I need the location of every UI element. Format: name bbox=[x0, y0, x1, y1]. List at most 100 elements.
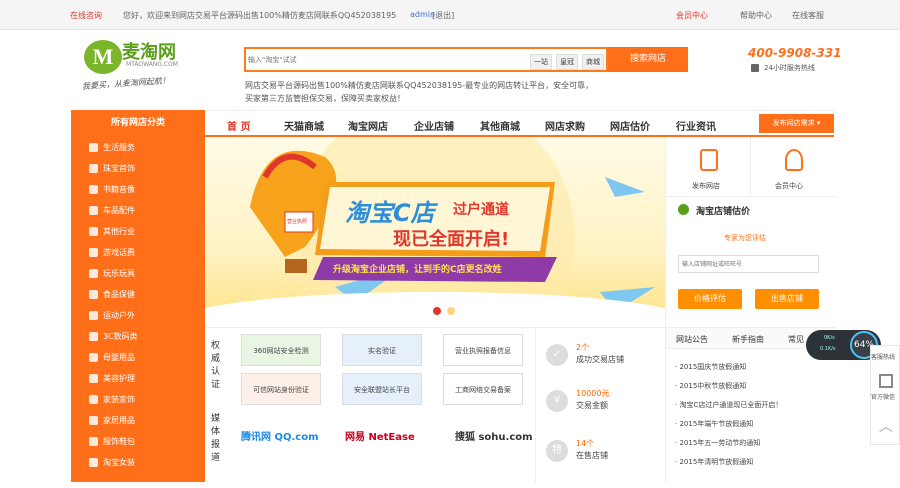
news-item[interactable]: · 2015年端午节放假通知 bbox=[675, 419, 753, 429]
category-title: 所有网店分类 bbox=[71, 110, 205, 137]
category-item[interactable]: 服饰鞋包 bbox=[89, 431, 135, 453]
logout-link[interactable]: [退出] bbox=[432, 10, 454, 21]
site-description: 网店交易平台源码出售100%精仿麦店网联系QQ452038195-最专业的网店转… bbox=[245, 81, 594, 103]
publish-shop-button[interactable]: 发布网店 bbox=[666, 137, 751, 197]
jewelry-icon bbox=[89, 164, 98, 173]
hotline-tool[interactable]: 客服热线 bbox=[871, 352, 895, 361]
category-sidebar: 生活服务 珠宝首饰 书籍音像 车品配件 其他行业 游戏话费 玩乐玩具 食品保健 … bbox=[71, 137, 205, 482]
toy-icon bbox=[89, 269, 98, 278]
carousel-dot[interactable] bbox=[447, 307, 455, 315]
search-button[interactable]: 搜索网店 bbox=[608, 47, 688, 72]
welcome-text: 您好，欢迎来到网店交易平台源码出售100%精仿麦店网联系QQ452038195 bbox=[123, 11, 397, 20]
top-bar: 在线咨询 您好，欢迎来到网店交易平台源码出售100%精仿麦店网联系QQ45203… bbox=[0, 0, 900, 30]
category-item[interactable]: 家装家饰 bbox=[89, 389, 135, 411]
wechat-tool[interactable]: 官方微信 bbox=[871, 392, 895, 401]
back-to-top-icon[interactable]: ︿ bbox=[879, 416, 893, 436]
stat-value: 14个 bbox=[576, 439, 595, 448]
carousel-dot[interactable] bbox=[433, 307, 441, 315]
special-icon: 特 bbox=[546, 440, 568, 462]
online-consult-link[interactable]: 在线咨询 bbox=[70, 10, 102, 21]
valuation-button[interactable]: 价格评估 bbox=[678, 289, 742, 309]
category-item[interactable]: 3C数码类 bbox=[89, 326, 138, 348]
cert-business[interactable]: 工商网络交易备案 bbox=[443, 373, 523, 405]
category-item[interactable]: 美容护理 bbox=[89, 368, 135, 390]
banner-badge: 营业执照 bbox=[287, 219, 308, 225]
member-center-button[interactable]: 会员中心 bbox=[751, 137, 836, 197]
filter-shangcheng[interactable]: 商城 bbox=[582, 54, 604, 70]
nav-enterprise[interactable]: 企业店铺 bbox=[414, 118, 454, 133]
cert-360[interactable]: 360网站安全检测 bbox=[241, 334, 321, 366]
online-service-link[interactable]: 在线客服 bbox=[792, 10, 824, 21]
category-item[interactable]: 母婴用品 bbox=[89, 347, 135, 369]
category-item[interactable]: 食品保健 bbox=[89, 284, 135, 306]
shop-url-input[interactable] bbox=[678, 255, 819, 273]
cert-trusted[interactable]: 可信网站身份验证 bbox=[241, 373, 321, 405]
dress-icon bbox=[89, 458, 98, 467]
baby-icon bbox=[89, 353, 98, 362]
nav-taobao[interactable]: 淘宝网店 bbox=[348, 118, 388, 133]
other-icon bbox=[89, 227, 98, 236]
tab-faq[interactable]: 常见 bbox=[788, 334, 804, 345]
game-icon bbox=[89, 248, 98, 257]
tag-icon bbox=[700, 149, 718, 171]
media-sohu[interactable]: 搜狐 sohu.com bbox=[455, 428, 533, 443]
sell-shop-button[interactable]: 出售店铺 bbox=[755, 289, 819, 309]
category-item[interactable]: 生活服务 bbox=[89, 137, 135, 159]
category-item[interactable]: 玩乐玩具 bbox=[89, 263, 135, 285]
download-speed: 0.1K/s bbox=[820, 346, 836, 352]
logo-mark-icon: M bbox=[84, 40, 122, 74]
category-item[interactable]: 车品配件 bbox=[89, 200, 135, 222]
nav-home[interactable]: 首 页 bbox=[227, 118, 250, 133]
nav-valuation[interactable]: 网店估价 bbox=[610, 118, 650, 133]
food-icon bbox=[89, 290, 98, 299]
upload-speed: 0K/s bbox=[824, 335, 835, 341]
media-163[interactable]: 网易 NetEase bbox=[345, 428, 415, 443]
publish-demand-button[interactable]: 发布网店需求 ▾ bbox=[759, 114, 834, 133]
banner-subtitle-1: 过户通道 bbox=[453, 202, 509, 218]
publish-shop-label: 发布网店 bbox=[692, 182, 720, 190]
news-item[interactable]: · 2015年五一劳动节的通知 bbox=[675, 438, 760, 448]
category-item[interactable]: 运动户外 bbox=[89, 305, 135, 327]
hero-banner[interactable]: 淘宝C店 过户通道 现已全面开启! 升级淘宝企业店铺，让到手的C店更名改姓 营业… bbox=[205, 137, 665, 327]
beauty-icon bbox=[89, 374, 98, 383]
site-logo[interactable]: M 麦淘网 MTAOWANG.COM 我要买，从麦淘网起航！ bbox=[82, 36, 202, 98]
tab-announcement[interactable]: 网站公告 bbox=[676, 334, 708, 345]
nav-wanted[interactable]: 网店求购 bbox=[545, 118, 585, 133]
cert-realname[interactable]: 实名验证 bbox=[342, 334, 422, 366]
digital-icon bbox=[89, 332, 98, 341]
cert-license[interactable]: 营业执照报备信息 bbox=[443, 334, 523, 366]
category-item[interactable]: 珠宝首饰 bbox=[89, 158, 135, 180]
category-item[interactable]: 淘宝女装 bbox=[89, 452, 135, 474]
news-item[interactable]: · 2015国庆节放假通知 bbox=[675, 362, 746, 372]
filter-yizhan[interactable]: 一站 bbox=[530, 54, 552, 70]
stat-value: 2个 bbox=[576, 343, 590, 352]
member-center-link[interactable]: 会员中心 bbox=[676, 10, 708, 21]
category-item[interactable]: 游戏话费 bbox=[89, 242, 135, 264]
filter-huangguan[interactable]: 皇冠 bbox=[556, 54, 578, 70]
nav-tmall[interactable]: 天猫商城 bbox=[284, 118, 324, 133]
stat-label: 在售店铺 bbox=[576, 451, 608, 460]
category-item[interactable]: 家居用品 bbox=[89, 410, 135, 432]
stat-label: 成功交易店铺 bbox=[576, 355, 624, 364]
home-icon bbox=[89, 416, 98, 425]
news-item[interactable]: · 2015中秋节放假通知 bbox=[675, 381, 746, 391]
category-item[interactable]: 其他行业 bbox=[89, 221, 135, 243]
auth-label: 权威认证 bbox=[211, 341, 221, 390]
tab-guide[interactable]: 新手指南 bbox=[732, 334, 764, 345]
help-center-link[interactable]: 帮助中心 bbox=[740, 10, 772, 21]
news-item[interactable]: · 淘宝C店过户通道现已全面开启！ bbox=[675, 400, 782, 410]
qrcode-icon bbox=[879, 374, 893, 388]
cert-security[interactable]: 安全联盟站长平台 bbox=[342, 373, 422, 405]
search-input[interactable] bbox=[248, 52, 518, 68]
search-box: 一站 皇冠 商城 bbox=[244, 47, 608, 72]
money-icon: ¥ bbox=[546, 390, 568, 412]
user-icon bbox=[785, 149, 803, 171]
nav-other-mall[interactable]: 其他商城 bbox=[480, 118, 520, 133]
nav-news[interactable]: 行业资讯 bbox=[676, 118, 716, 133]
category-item[interactable]: 书籍音像 bbox=[89, 179, 135, 201]
media-qq[interactable]: 腾讯网 QQ.com bbox=[241, 428, 319, 443]
check-icon: ✓ bbox=[546, 344, 568, 366]
news-item[interactable]: · 2015年清明节放假通知 bbox=[675, 457, 753, 467]
valuation-icon bbox=[678, 204, 689, 215]
hotline-label: 24小时服务热线 bbox=[764, 64, 815, 72]
